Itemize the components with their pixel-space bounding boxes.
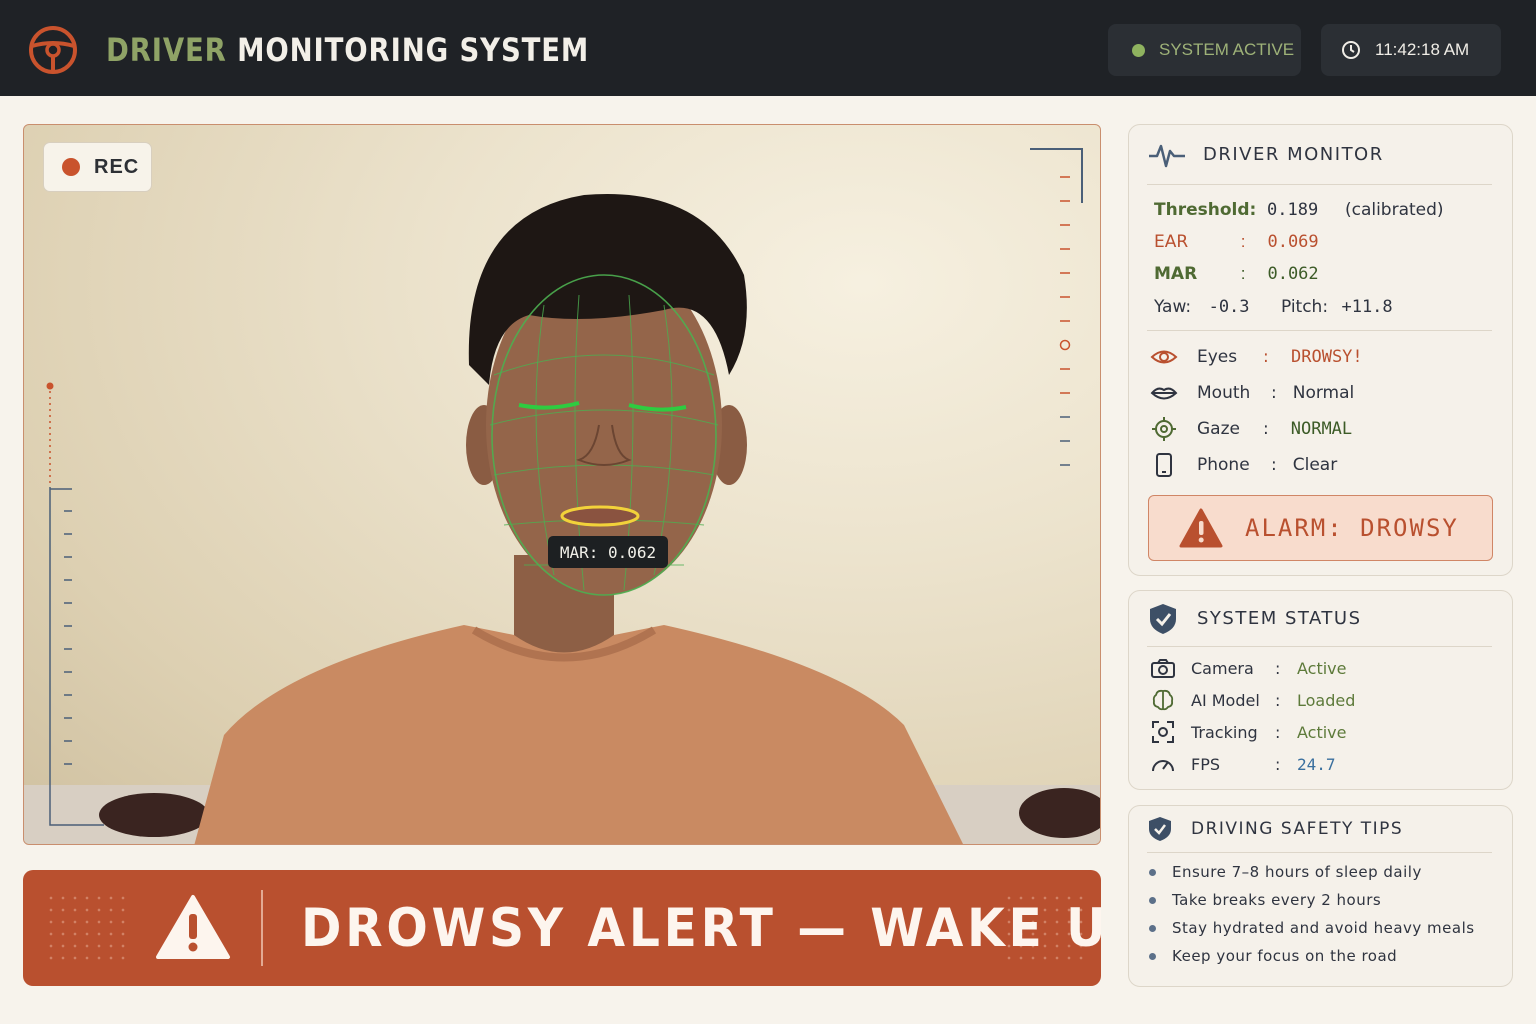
mar-overlay-label: MAR: 0.062 <box>548 536 668 568</box>
shield-check-icon <box>1150 603 1176 634</box>
tip-item: Ensure 7–8 hours of sleep daily <box>1149 863 1422 881</box>
yaw-label: Yaw: <box>1154 297 1192 317</box>
status-camera-row: Camera : Active <box>1149 655 1347 681</box>
ear-label: EAR <box>1154 232 1189 252</box>
pose-row: Yaw: -0.3 Pitch: +11.8 <box>1154 297 1393 317</box>
banner-divider <box>261 890 263 966</box>
fps-value: 24.7 <box>1297 754 1336 774</box>
threshold-label: Threshold: <box>1154 200 1257 220</box>
camera-feed: REC MAR: 0.062 <box>23 124 1101 845</box>
driver-monitor-header: DRIVER MONITOR <box>1147 125 1492 185</box>
warning-icon <box>156 895 230 959</box>
driver-monitor-panel: DRIVER MONITOR Threshold: 0.189 (calibra… <box>1128 124 1513 576</box>
tracking-icon <box>1152 721 1174 743</box>
threshold-row: Threshold: 0.189 (calibrated) <box>1154 200 1444 220</box>
camera-value: Active <box>1297 658 1347 678</box>
tracking-value: Active <box>1297 722 1347 742</box>
tip-item: Keep your focus on the road <box>1149 947 1397 965</box>
tip-item: Stay hydrated and avoid heavy meals <box>1149 919 1475 937</box>
mar-label: MAR <box>1154 264 1198 284</box>
eye-icon <box>1150 350 1178 364</box>
yaw-value: -0.3 <box>1208 297 1250 317</box>
clock-icon <box>1342 41 1360 59</box>
system-status-badge: SYSTEM ACTIVE <box>1108 24 1301 76</box>
title-rest: MONITORING SYSTEM <box>237 31 590 69</box>
alarm-warning-icon <box>1179 508 1223 548</box>
tip-item: Take breaks every 2 hours <box>1149 891 1381 909</box>
alarm-text: ALARM: DROWSY <box>1245 514 1459 542</box>
lips-icon <box>1150 387 1178 400</box>
banner-dots-left <box>45 892 125 964</box>
system-status-header: SYSTEM STATUS <box>1147 591 1492 647</box>
camera-scene <box>24 148 1100 844</box>
status-row-phone: Phone : Clear <box>1149 450 1337 480</box>
safety-tips-header: DRIVING SAFETY TIPS <box>1147 806 1492 853</box>
pitch-value: +11.8 <box>1341 297 1393 317</box>
gaze-value: NORMAL <box>1290 419 1353 439</box>
driver-monitor-title: DRIVER MONITOR <box>1203 144 1384 165</box>
system-status-panel: SYSTEM STATUS Camera : Active AI Model :… <box>1128 590 1513 790</box>
mouth-label: Mouth <box>1197 383 1251 403</box>
gauge-icon <box>1152 760 1174 772</box>
ai-model-label: AI Model <box>1191 690 1260 710</box>
ai-model-value: Loaded <box>1297 690 1356 710</box>
status-ai-model-row: AI Model : Loaded <box>1149 687 1355 713</box>
shield-tips-icon <box>1149 817 1171 841</box>
phone-label: Phone <box>1197 455 1250 475</box>
left-scale-ticks <box>64 510 72 765</box>
safety-tips-panel: DRIVING SAFETY TIPS Ensure 7–8 hours of … <box>1128 805 1513 987</box>
target-icon <box>1152 417 1176 441</box>
status-row-mouth: Mouth : Normal <box>1149 378 1354 408</box>
safety-tips-title: DRIVING SAFETY TIPS <box>1191 819 1404 839</box>
status-tracking-row: Tracking : Active <box>1149 719 1347 745</box>
phone-icon <box>1156 453 1172 477</box>
app-title: DRIVER MONITORING SYSTEM <box>106 31 589 69</box>
app-header: DRIVER MONITORING SYSTEM SYSTEM ACTIVE 1… <box>0 0 1536 96</box>
mouth-value: Normal <box>1292 383 1355 403</box>
mar-value: 0.062 <box>1267 264 1319 284</box>
ear-row: EAR : 0.069 <box>1154 232 1319 252</box>
alarm-box: ALARM: DROWSY <box>1148 495 1493 561</box>
threshold-note: (calibrated) <box>1344 200 1444 220</box>
left-scale <box>46 382 104 826</box>
alert-text: DROWSY ALERT — WAKE UP! <box>301 898 1101 959</box>
monitor-separator <box>1147 330 1492 331</box>
right-scale <box>1030 148 1083 351</box>
title-accent: DRIVER <box>106 31 227 69</box>
phone-value: Clear <box>1292 455 1338 475</box>
status-row-eyes: Eyes : DROWSY! <box>1149 342 1363 372</box>
drowsy-alert-banner: DROWSY ALERT — WAKE UP! <box>23 870 1101 986</box>
pitch-label: Pitch: <box>1280 297 1329 317</box>
fps-label: FPS <box>1191 754 1221 774</box>
heartbeat-icon <box>1149 144 1185 167</box>
camera-label: Camera <box>1191 658 1254 678</box>
status-dot-icon <box>1132 43 1145 57</box>
tracking-label: Tracking <box>1191 722 1258 742</box>
ear-value: 0.069 <box>1267 232 1319 252</box>
mouth-outline <box>560 505 640 527</box>
right-scale-ticks <box>1060 176 1070 466</box>
brain-icon <box>1152 689 1174 711</box>
rec-badge: REC <box>43 142 152 192</box>
status-row-gaze: Gaze : NORMAL <box>1149 414 1352 444</box>
status-fps-row: FPS : 24.7 <box>1149 751 1336 777</box>
threshold-value: 0.189 <box>1267 200 1319 220</box>
clock-time: 11:42:18 AM <box>1375 40 1470 59</box>
camera-icon <box>1151 659 1175 678</box>
system-status-title: SYSTEM STATUS <box>1197 608 1362 629</box>
rec-dot-icon <box>62 158 80 176</box>
sofa-pattern-left <box>99 793 209 837</box>
status-label: SYSTEM ACTIVE <box>1159 40 1295 59</box>
clock-display: 11:42:18 AM <box>1321 24 1501 76</box>
steering-wheel-icon <box>29 26 77 74</box>
rec-label: REC <box>94 155 140 178</box>
eyes-value: DROWSY! <box>1291 347 1363 367</box>
mar-row: MAR : 0.062 <box>1154 264 1319 284</box>
